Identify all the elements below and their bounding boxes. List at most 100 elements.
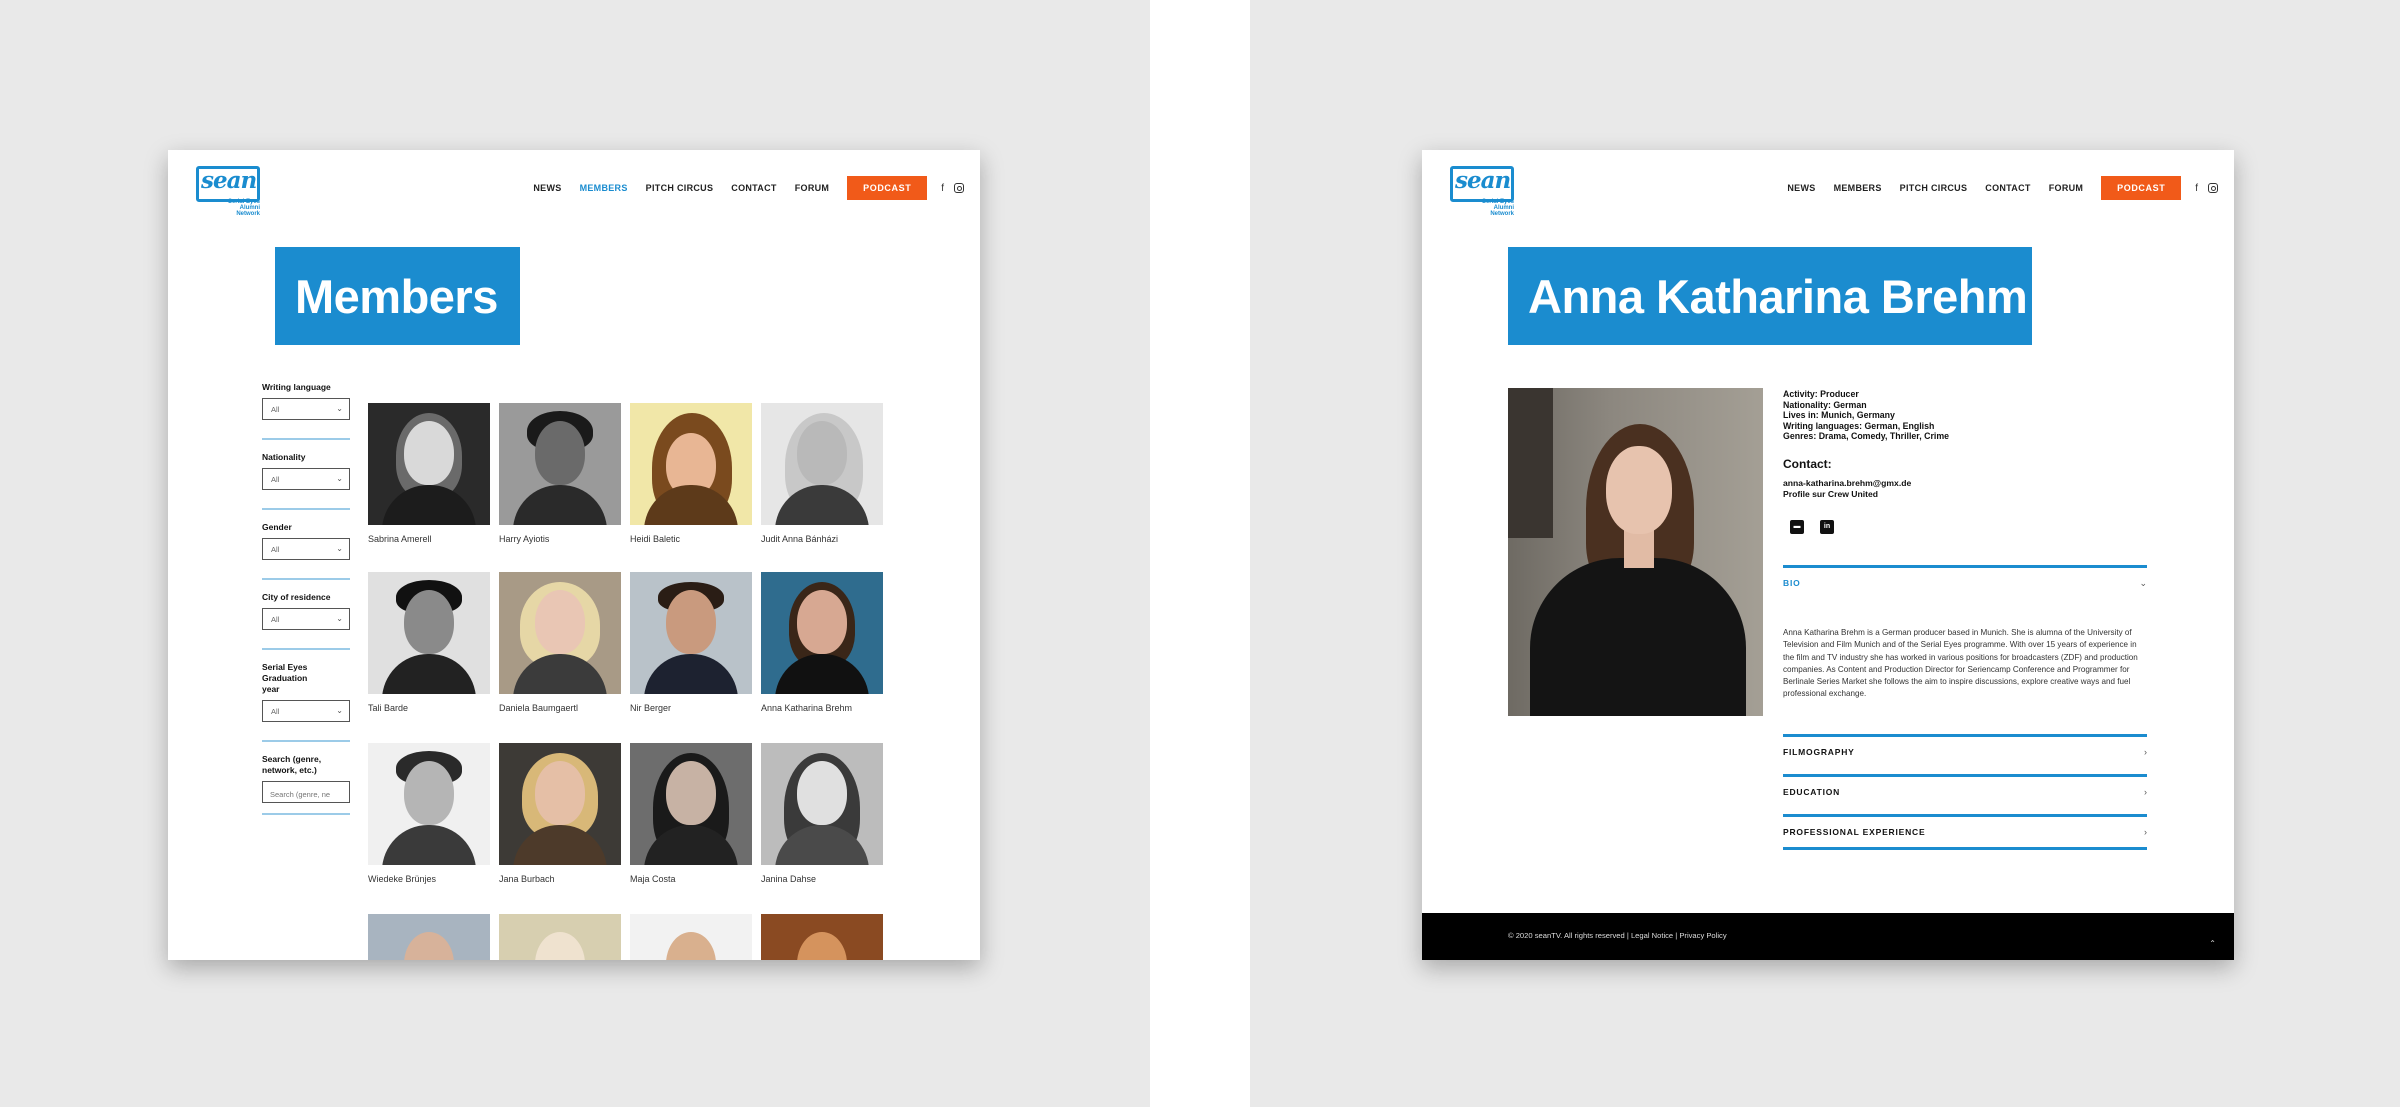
member-card[interactable]: Janina Dahse bbox=[761, 743, 883, 884]
member-card[interactable]: Daniela Baumgaertl bbox=[499, 572, 621, 713]
accordion-label: FILMOGRAPHY bbox=[1783, 747, 1855, 757]
contact-heading: Contact: bbox=[1783, 457, 1832, 471]
back-to-top-icon[interactable]: ⌃ bbox=[2209, 939, 2216, 948]
divider bbox=[262, 740, 350, 742]
podcast-button[interactable]: PODCAST bbox=[2101, 176, 2182, 200]
facebook-icon[interactable]: f bbox=[2195, 183, 2198, 194]
member-card[interactable]: Jana Burbach bbox=[499, 743, 621, 884]
member-card[interactable]: Judit Anna Bánházi bbox=[761, 403, 883, 544]
filter-nationality: Nationality All ⌄ bbox=[262, 452, 352, 510]
accordion-header-experience[interactable]: PROFESSIONAL EXPERIENCE › bbox=[1783, 817, 2147, 847]
fact-lives-in: Lives in: Munich, Germany bbox=[1783, 410, 1895, 421]
site-footer: © 2020 seanTV. All rights reserved | Leg… bbox=[1422, 913, 2234, 960]
logo-subtitle: Serial Eyes Alumni Network bbox=[1481, 199, 1514, 217]
nav-forum[interactable]: FORUM bbox=[795, 183, 830, 193]
select-value: All bbox=[271, 405, 280, 414]
profile-photo bbox=[1508, 388, 1763, 716]
member-name: Anna Katharina Brehm bbox=[761, 703, 853, 713]
graduation-year-select[interactable]: All ⌄ bbox=[262, 700, 350, 722]
member-card[interactable]: Wiedeke Brünjes bbox=[368, 743, 490, 884]
chevron-right-icon: › bbox=[2144, 787, 2147, 797]
member-name: Jana Burbach bbox=[499, 874, 555, 884]
member-name: Wiedeke Brünjes bbox=[368, 874, 437, 884]
accordion-experience[interactable]: PROFESSIONAL EXPERIENCE › bbox=[1783, 814, 2147, 850]
member-card[interactable]: Sabrina Amerell bbox=[368, 403, 490, 544]
filter-gender: Gender All ⌄ bbox=[262, 522, 352, 580]
site-header: sean Serial Eyes Alumni Network NEWS MEM… bbox=[1422, 150, 2234, 230]
accordion-bio[interactable]: BIO ⌄ bbox=[1783, 565, 2147, 598]
nav-members[interactable]: MEMBERS bbox=[580, 183, 628, 193]
fact-activity: Activity: Producer bbox=[1783, 389, 1859, 399]
logo-subtitle: Serial Eyes Alumni Network bbox=[227, 199, 260, 217]
select-value: All bbox=[271, 475, 280, 484]
divider bbox=[262, 508, 350, 510]
search-input[interactable] bbox=[262, 781, 350, 803]
member-card[interactable]: Harry Ayiotis bbox=[499, 403, 621, 544]
site-header: sean Serial Eyes Alumni Network NEWS MEM… bbox=[168, 150, 980, 230]
member-photo bbox=[761, 743, 883, 865]
member-card[interactable] bbox=[368, 914, 490, 960]
nav-pitch-circus[interactable]: PITCH CIRCUS bbox=[1900, 183, 1968, 193]
gender-select[interactable]: All ⌄ bbox=[262, 538, 350, 560]
member-card[interactable]: Anna Katharina Brehm bbox=[761, 572, 883, 713]
member-card[interactable] bbox=[630, 914, 752, 960]
select-value: All bbox=[271, 545, 280, 554]
instagram-icon[interactable] bbox=[2208, 183, 2218, 193]
member-photo bbox=[499, 914, 621, 960]
member-name: Janina Dahse bbox=[761, 874, 817, 884]
contact-email-link[interactable]: anna-katharina.brehm@gmx.de bbox=[1783, 478, 1911, 488]
nav-pitch-circus[interactable]: PITCH CIRCUS bbox=[646, 183, 714, 193]
nav-forum[interactable]: FORUM bbox=[2049, 183, 2084, 193]
footer-text: © 2020 seanTV. All rights reserved | Leg… bbox=[1508, 931, 1727, 940]
member-photo bbox=[630, 403, 752, 525]
nav-members[interactable]: MEMBERS bbox=[1834, 183, 1882, 193]
nav-contact[interactable]: CONTACT bbox=[731, 183, 776, 193]
profile-facts: Activity: Producer Nationality: German L… bbox=[1783, 389, 1949, 442]
member-photo bbox=[499, 403, 621, 525]
nav-contact[interactable]: CONTACT bbox=[1985, 183, 2030, 193]
accordion-education[interactable]: EDUCATION › bbox=[1783, 774, 2147, 807]
accordion-header-bio[interactable]: BIO ⌄ bbox=[1783, 568, 2147, 598]
divider bbox=[262, 813, 350, 815]
member-card[interactable]: Tali Barde bbox=[368, 572, 490, 713]
writing-language-select[interactable]: All ⌄ bbox=[262, 398, 350, 420]
accordion-header-education[interactable]: EDUCATION › bbox=[1783, 777, 2147, 807]
crew-united-link[interactable]: Profile sur Crew United bbox=[1783, 489, 1878, 499]
member-photo bbox=[761, 403, 883, 525]
imdb-icon[interactable]: ▬ bbox=[1790, 520, 1804, 534]
filter-label: City of residence bbox=[262, 592, 331, 602]
city-select[interactable]: All ⌄ bbox=[262, 608, 350, 630]
chevron-down-icon: ⌄ bbox=[336, 404, 343, 413]
member-name: Heidi Baletic bbox=[630, 534, 681, 544]
nav-news[interactable]: NEWS bbox=[1787, 183, 1815, 193]
filter-city: City of residence All ⌄ bbox=[262, 592, 352, 650]
page-title-text: Members bbox=[295, 270, 498, 323]
chevron-right-icon: › bbox=[2144, 747, 2147, 757]
chevron-down-icon: ⌄ bbox=[336, 706, 343, 715]
linkedin-icon[interactable]: in bbox=[1820, 520, 1834, 534]
nav-news[interactable]: NEWS bbox=[533, 183, 561, 193]
member-photo bbox=[368, 743, 490, 865]
member-photo bbox=[761, 572, 883, 694]
accordion-header-filmography[interactable]: FILMOGRAPHY › bbox=[1783, 737, 2147, 767]
page-title: Members bbox=[275, 247, 520, 345]
member-card[interactable]: Nir Berger bbox=[630, 572, 752, 713]
member-photo bbox=[630, 914, 752, 960]
member-card[interactable] bbox=[499, 914, 621, 960]
chevron-down-icon: ⌄ bbox=[336, 614, 343, 623]
member-card[interactable]: Heidi Baletic bbox=[630, 403, 752, 544]
divider bbox=[262, 438, 350, 440]
podcast-button[interactable]: PODCAST bbox=[847, 176, 928, 200]
member-card[interactable]: Maja Costa bbox=[630, 743, 752, 884]
member-card[interactable] bbox=[761, 914, 883, 960]
accordion-filmography[interactable]: FILMOGRAPHY › bbox=[1783, 734, 2147, 767]
member-name: Harry Ayiotis bbox=[499, 534, 550, 544]
members-page-window: sean Serial Eyes Alumni Network NEWS MEM… bbox=[168, 150, 980, 960]
main-nav: NEWS MEMBERS PITCH CIRCUS CONTACT FORUM … bbox=[1769, 176, 2218, 200]
bio-text: Anna Katharina Brehm is a German produce… bbox=[1783, 628, 2138, 699]
facebook-icon[interactable]: f bbox=[941, 183, 944, 194]
sean-logo[interactable]: sean Serial Eyes Alumni Network bbox=[1450, 166, 1520, 217]
sean-logo[interactable]: sean Serial Eyes Alumni Network bbox=[196, 166, 266, 217]
nationality-select[interactable]: All ⌄ bbox=[262, 468, 350, 490]
instagram-icon[interactable] bbox=[954, 183, 964, 193]
